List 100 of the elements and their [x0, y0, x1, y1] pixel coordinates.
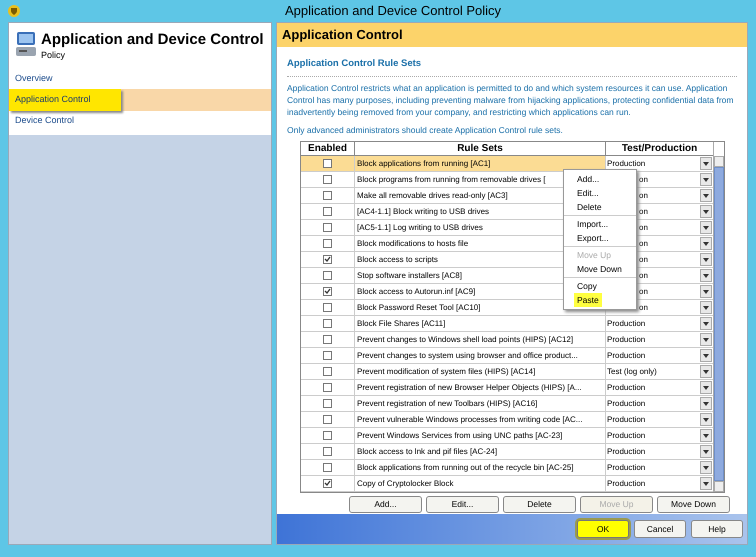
caret-icon	[703, 162, 709, 166]
table-row[interactable]: Prevent registration of new Toolbars (HIPS) [AC16] Production	[301, 396, 713, 412]
table-row[interactable]: Copy of Cryptolocker Block Production	[301, 476, 713, 492]
dropdown-button[interactable]	[700, 397, 712, 410]
checkbox[interactable]	[323, 431, 332, 440]
checkbox[interactable]	[323, 255, 332, 264]
sidebar-title: Application and Device Control	[41, 31, 264, 49]
table-row[interactable]: Prevent Windows Services from using UNC paths [AC-23] Production	[301, 428, 713, 444]
table-cell: Production	[607, 462, 646, 474]
menu-item[interactable]: Edit...	[574, 186, 602, 200]
table-row[interactable]: Prevent registration of new Browser Helper Objects (HIPS) [A... Production	[301, 380, 713, 396]
table-cell: on	[639, 286, 648, 298]
table-cell: on	[639, 222, 648, 234]
caret-icon	[703, 290, 709, 294]
checkbox[interactable]	[323, 351, 332, 360]
caret-icon	[703, 178, 709, 182]
table-cell: on	[639, 270, 648, 282]
dialog-button[interactable]: Help	[691, 520, 743, 538]
sidebar-subtitle: Policy	[41, 49, 66, 62]
dropdown-button[interactable]	[700, 173, 712, 186]
caret-icon	[703, 210, 709, 214]
table-row[interactable]: Block applications from running [AC1] Production	[301, 156, 713, 172]
table-cell: on	[639, 302, 648, 314]
table-cell: on	[639, 254, 648, 266]
sidebar-item[interactable]: Overview	[9, 72, 59, 86]
caret-icon	[703, 386, 709, 390]
table-action-button[interactable]: Edit...	[426, 496, 499, 513]
caret-icon	[703, 274, 709, 278]
scrollbar[interactable]	[713, 142, 724, 492]
shield-icon	[8, 5, 20, 17]
dropdown-button[interactable]	[700, 429, 712, 442]
dropdown-button[interactable]	[700, 333, 712, 346]
caret-icon	[703, 466, 709, 470]
caret-icon	[703, 194, 709, 198]
dropdown-button[interactable]	[700, 301, 712, 314]
checkbox[interactable]	[323, 415, 332, 424]
dropdown-button[interactable]	[700, 253, 712, 266]
table-cell: Production	[607, 318, 646, 330]
table-cell: Production	[607, 414, 646, 426]
dropdown-button[interactable]	[700, 269, 712, 282]
checkbox[interactable]	[323, 191, 332, 200]
table-row[interactable]: Block applications from running out of the recycle bin [AC-25] Production	[301, 460, 713, 476]
dialog-button[interactable]: OK	[577, 520, 629, 538]
dropdown-button[interactable]	[700, 237, 712, 250]
caret-icon	[703, 306, 709, 310]
table-row[interactable]: Prevent vulnerable Windows processes from writing code [AC... Production	[301, 412, 713, 428]
table-action-button[interactable]: Delete	[503, 496, 576, 513]
checkbox[interactable]	[323, 207, 332, 216]
checkbox[interactable]	[323, 447, 332, 456]
checkbox[interactable]	[323, 479, 332, 488]
checkbox[interactable]	[323, 271, 332, 280]
table-row[interactable]: Block access to lnk and pif files [AC-24] Production	[301, 444, 713, 460]
table-cell: on	[639, 190, 648, 202]
checkbox[interactable]	[323, 335, 332, 344]
caret-icon	[703, 226, 709, 230]
checkbox[interactable]	[323, 367, 332, 376]
table-row[interactable]: Prevent changes to system using browser and office product... Production	[301, 348, 713, 364]
checkbox[interactable]	[323, 399, 332, 408]
table-cell: Production	[607, 446, 646, 458]
description-text: Application Control restricts what an application is permitted to do and which system resources it can use. Application Control has many purposes, including preventing malware from hijacking applications, protecting confidential data from inadvertently being removed from your company, and restricting which applications can run.	[287, 82, 734, 118]
sidebar-item[interactable]: Device Control	[9, 114, 80, 128]
computer-icon	[15, 31, 37, 57]
caret-icon	[703, 482, 709, 486]
dropdown-button[interactable]	[700, 221, 712, 234]
dropdown-button[interactable]	[700, 157, 712, 170]
table-row[interactable]: Block File Shares [AC11] Production	[301, 316, 713, 332]
table-row[interactable]: Prevent modification of system files (HIPS) [AC14] Test (log only)	[301, 364, 713, 380]
caret-icon	[703, 402, 709, 406]
dropdown-button[interactable]	[700, 317, 712, 330]
table-row[interactable]: Prevent changes to Windows shell load points (HIPS) [AC12] Production	[301, 332, 713, 348]
checkbox[interactable]	[323, 223, 332, 232]
table-cell: on	[639, 206, 648, 218]
table-action-button[interactable]: Add...	[349, 496, 422, 513]
dropdown-button[interactable]	[700, 285, 712, 298]
checkbox[interactable]	[323, 159, 332, 168]
checkbox[interactable]	[323, 319, 332, 328]
sidebar-item[interactable]: Application Control	[9, 88, 121, 110]
checkbox[interactable]	[323, 303, 332, 312]
dropdown-button[interactable]	[700, 349, 712, 362]
table-action-button[interactable]: Move Down	[657, 496, 730, 513]
dropdown-button[interactable]	[700, 477, 712, 490]
dropdown-button[interactable]	[700, 413, 712, 426]
checkbox[interactable]	[323, 239, 332, 248]
section-heading: Application Control Rule Sets	[287, 57, 737, 78]
dialog-button[interactable]: Cancel	[634, 520, 686, 538]
menu-item[interactable]: Paste	[574, 293, 602, 307]
checkbox[interactable]	[323, 287, 332, 296]
dropdown-button[interactable]	[700, 205, 712, 218]
panel-title: Application Control	[282, 26, 403, 44]
menu-item[interactable]: Add...	[574, 172, 602, 186]
caret-icon	[703, 354, 709, 358]
checkbox[interactable]	[323, 175, 332, 184]
dropdown-button[interactable]	[700, 189, 712, 202]
dropdown-button[interactable]	[700, 381, 712, 394]
dropdown-button[interactable]	[700, 445, 712, 458]
checkbox[interactable]	[323, 383, 332, 392]
checkbox[interactable]	[323, 463, 332, 472]
table-cell: on	[639, 174, 648, 186]
dropdown-button[interactable]	[700, 461, 712, 474]
dropdown-button[interactable]	[700, 365, 712, 378]
